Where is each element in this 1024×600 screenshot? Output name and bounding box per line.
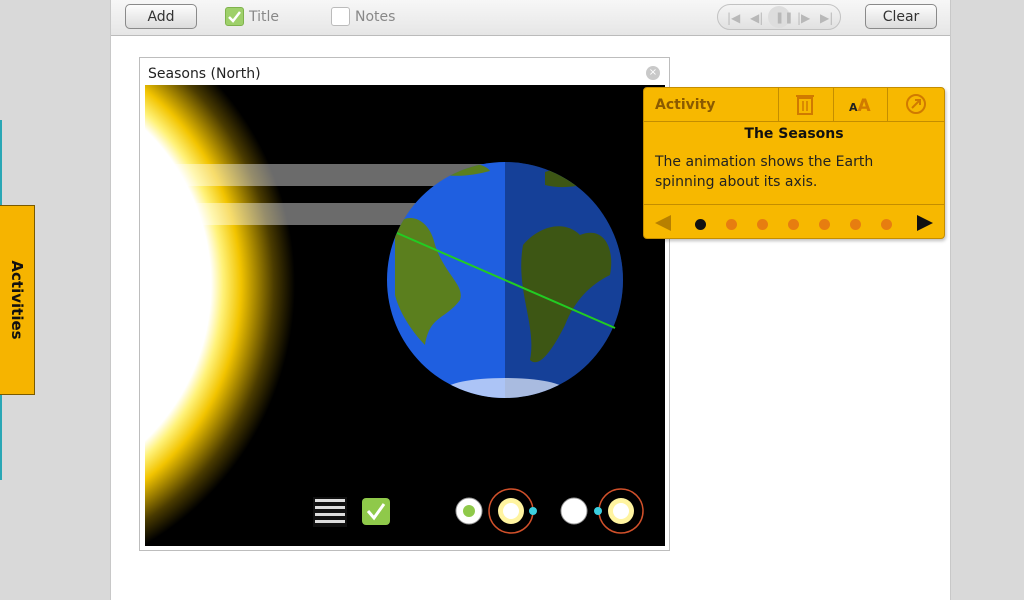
divider [778, 88, 779, 121]
page-dot[interactable] [788, 219, 799, 230]
title-checkbox[interactable] [225, 7, 244, 26]
add-button[interactable]: Add [125, 4, 197, 29]
activities-tab-label: Activities [8, 260, 26, 340]
position-a-radio[interactable] [455, 497, 483, 525]
notes-checkbox[interactable] [331, 7, 350, 26]
font-size-icon[interactable]: AA [849, 95, 871, 116]
page-dot[interactable] [695, 219, 706, 230]
notes-checkbox-label: Notes [355, 9, 396, 25]
position-b-radio[interactable] [560, 497, 588, 525]
activities-tab[interactable]: Activities [0, 205, 35, 395]
toolbar: Add Title Notes |◀ ◀| ❚❚ |▶ ▶| Clear [111, 0, 950, 36]
activity-card-label: Activity [655, 97, 716, 113]
media-controls: |◀ ◀| ❚❚ |▶ ▶| [717, 4, 841, 30]
page-dot[interactable] [850, 219, 861, 230]
page-dot[interactable] [757, 219, 768, 230]
activity-body: The animation shows the Earth spinning a… [655, 154, 874, 190]
next-page-icon[interactable] [915, 213, 935, 233]
seasons-animation [145, 85, 665, 546]
activity-title: The Seasons [744, 126, 844, 142]
arrow-out-icon[interactable] [905, 93, 927, 120]
title-checkbox-label: Title [249, 9, 280, 25]
page-dot[interactable] [819, 219, 830, 230]
prev-page-icon[interactable] [653, 213, 673, 233]
seasons-panel: Seasons (North) × [139, 57, 670, 551]
panel-title: Seasons (North) [148, 66, 261, 82]
rays-toggle[interactable] [313, 497, 347, 527]
divider [887, 88, 888, 121]
page-dot[interactable] [881, 219, 892, 230]
pause-icon: ❚❚ [775, 11, 794, 24]
activity-pager [644, 204, 944, 239]
first-icon[interactable]: |◀ [727, 11, 740, 25]
axis-checkbox[interactable] [362, 498, 390, 525]
activity-card-header: Activity AA [644, 88, 944, 122]
next-icon[interactable]: |▶ [797, 11, 810, 25]
last-icon[interactable]: ▶| [820, 11, 833, 25]
pause-button[interactable]: ❚❚ [768, 6, 794, 28]
activity-card: Activity AA The Seasons The animation sh… [643, 87, 945, 239]
close-icon[interactable]: × [646, 66, 660, 80]
prev-icon[interactable]: ◀| [750, 11, 763, 25]
clear-button[interactable]: Clear [865, 4, 937, 29]
divider [833, 88, 834, 121]
page-dot[interactable] [726, 219, 737, 230]
check-icon [228, 11, 241, 23]
trash-icon[interactable] [795, 93, 815, 120]
